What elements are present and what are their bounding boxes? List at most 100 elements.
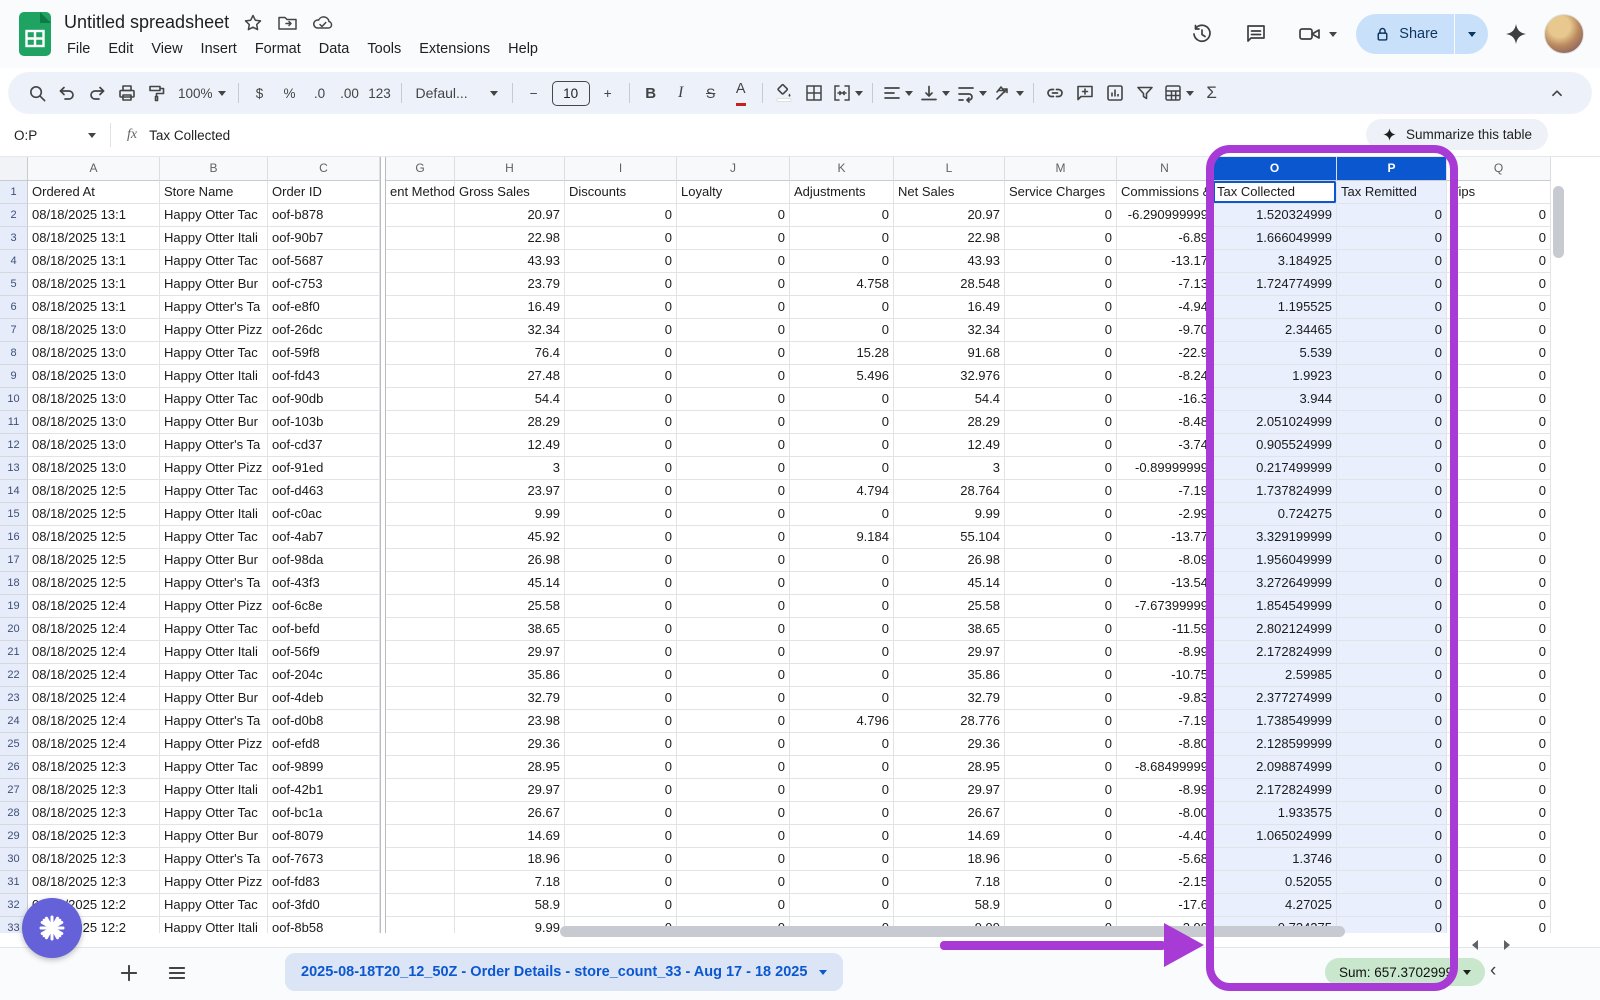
account-avatar[interactable] — [1544, 14, 1584, 54]
cell-P16[interactable]: 0 — [1337, 526, 1447, 549]
column-header-I[interactable]: I — [565, 157, 677, 181]
cell-L32[interactable]: 58.9 — [894, 894, 1005, 917]
insert-chart-icon[interactable] — [1100, 78, 1130, 108]
cell-L14[interactable]: 28.764 — [894, 480, 1005, 503]
cell-B30[interactable]: Happy Otter's Ta — [160, 848, 268, 871]
summarize-table-button[interactable]: Summarize this table — [1366, 119, 1548, 150]
row-header-6[interactable]: 6 — [0, 296, 28, 319]
cell-Q7[interactable]: 0 — [1447, 319, 1551, 342]
cell-M21[interactable]: 0 — [1005, 641, 1117, 664]
cell-N7[interactable]: -9.70 — [1117, 319, 1213, 342]
cell-K27[interactable]: 0 — [790, 779, 894, 802]
cell-N25[interactable]: -8.80 — [1117, 733, 1213, 756]
cell-G17[interactable] — [386, 549, 455, 572]
cell-M32[interactable]: 0 — [1005, 894, 1117, 917]
cell-A29[interactable]: 08/18/2025 12:3 — [28, 825, 160, 848]
cell-P20[interactable]: 0 — [1337, 618, 1447, 641]
cell-Q4[interactable]: 0 — [1447, 250, 1551, 273]
cell-I7[interactable]: 0 — [565, 319, 677, 342]
cell-J21[interactable]: 0 — [677, 641, 790, 664]
cell-C24[interactable]: oof-d0b8 — [268, 710, 380, 733]
cell-A12[interactable]: 08/18/2025 13:0 — [28, 434, 160, 457]
cell-O11[interactable]: 2.051024999 — [1213, 411, 1337, 434]
cell-K13[interactable]: 0 — [790, 457, 894, 480]
cell-A30[interactable]: 08/18/2025 12:3 — [28, 848, 160, 871]
cell-I28[interactable]: 0 — [565, 802, 677, 825]
cell-K1[interactable]: Adjustments — [790, 181, 894, 204]
cell-Q31[interactable]: 0 — [1447, 871, 1551, 894]
text-color-button[interactable]: A — [736, 82, 746, 106]
cell-I30[interactable]: 0 — [565, 848, 677, 871]
cell-I6[interactable]: 0 — [565, 296, 677, 319]
cell-I8[interactable]: 0 — [565, 342, 677, 365]
print-icon[interactable] — [112, 78, 142, 108]
cell-C3[interactable]: oof-90b7 — [268, 227, 380, 250]
cell-G5[interactable] — [386, 273, 455, 296]
cell-C32[interactable]: oof-3fd0 — [268, 894, 380, 917]
cell-Q19[interactable]: 0 — [1447, 595, 1551, 618]
cell-B4[interactable]: Happy Otter Tac — [160, 250, 268, 273]
menu-edit[interactable]: Edit — [99, 38, 142, 60]
cell-B11[interactable]: Happy Otter Bur — [160, 411, 268, 434]
menu-file[interactable]: File — [58, 38, 99, 60]
cell-N3[interactable]: -6.89 — [1117, 227, 1213, 250]
cell-L26[interactable]: 28.95 — [894, 756, 1005, 779]
cell-O7[interactable]: 2.34465 — [1213, 319, 1337, 342]
cell-O25[interactable]: 2.128599999 — [1213, 733, 1337, 756]
menu-data[interactable]: Data — [310, 38, 359, 60]
cell-C7[interactable]: oof-26dc — [268, 319, 380, 342]
cell-N15[interactable]: -2.99 — [1117, 503, 1213, 526]
sheet-tab-caret-icon[interactable] — [819, 970, 827, 975]
cell-G11[interactable] — [386, 411, 455, 434]
column-header-A[interactable]: A — [28, 157, 160, 181]
cell-K21[interactable]: 0 — [790, 641, 894, 664]
cell-C9[interactable]: oof-fd43 — [268, 365, 380, 388]
cell-B1[interactable]: Store Name — [160, 181, 268, 204]
cell-L11[interactable]: 28.29 — [894, 411, 1005, 434]
cell-J2[interactable]: 0 — [677, 204, 790, 227]
cell-N32[interactable]: -17.6 — [1117, 894, 1213, 917]
cell-L25[interactable]: 29.36 — [894, 733, 1005, 756]
cell-G33[interactable] — [386, 917, 455, 933]
cell-B20[interactable]: Happy Otter Tac — [160, 618, 268, 641]
cell-H28[interactable]: 26.67 — [455, 802, 565, 825]
scroll-right-icon[interactable] — [1504, 940, 1510, 950]
cell-Q18[interactable]: 0 — [1447, 572, 1551, 595]
cell-O5[interactable]: 1.724774999 — [1213, 273, 1337, 296]
cell-L31[interactable]: 7.18 — [894, 871, 1005, 894]
cell-G21[interactable] — [386, 641, 455, 664]
row-header-8[interactable]: 8 — [0, 342, 28, 365]
row-header-25[interactable]: 25 — [0, 733, 28, 756]
cell-G27[interactable] — [386, 779, 455, 802]
cell-Q8[interactable]: 0 — [1447, 342, 1551, 365]
cell-A13[interactable]: 08/18/2025 13:0 — [28, 457, 160, 480]
cell-K31[interactable]: 0 — [790, 871, 894, 894]
cell-M5[interactable]: 0 — [1005, 273, 1117, 296]
row-header-23[interactable]: 23 — [0, 687, 28, 710]
cell-L16[interactable]: 55.104 — [894, 526, 1005, 549]
cell-H24[interactable]: 23.98 — [455, 710, 565, 733]
cell-M17[interactable]: 0 — [1005, 549, 1117, 572]
cell-L1[interactable]: Net Sales — [894, 181, 1005, 204]
cell-B29[interactable]: Happy Otter Bur — [160, 825, 268, 848]
cell-B33[interactable]: Happy Otter Itali — [160, 917, 268, 933]
star-icon[interactable] — [243, 13, 263, 33]
row-header-7[interactable]: 7 — [0, 319, 28, 342]
menu-insert[interactable]: Insert — [192, 38, 246, 60]
cell-N22[interactable]: -10.75 — [1117, 664, 1213, 687]
formula-input[interactable]: Tax Collected — [149, 128, 230, 143]
cell-I29[interactable]: 0 — [565, 825, 677, 848]
cell-J7[interactable]: 0 — [677, 319, 790, 342]
cell-P23[interactable]: 0 — [1337, 687, 1447, 710]
cell-Q29[interactable]: 0 — [1447, 825, 1551, 848]
cell-G29[interactable] — [386, 825, 455, 848]
cell-K15[interactable]: 0 — [790, 503, 894, 526]
cell-K32[interactable]: 0 — [790, 894, 894, 917]
cell-K22[interactable]: 0 — [790, 664, 894, 687]
cell-P25[interactable]: 0 — [1337, 733, 1447, 756]
cell-I22[interactable]: 0 — [565, 664, 677, 687]
row-header-12[interactable]: 12 — [0, 434, 28, 457]
cell-H4[interactable]: 43.93 — [455, 250, 565, 273]
cell-O2[interactable]: 1.520324999 — [1213, 204, 1337, 227]
cell-P3[interactable]: 0 — [1337, 227, 1447, 250]
